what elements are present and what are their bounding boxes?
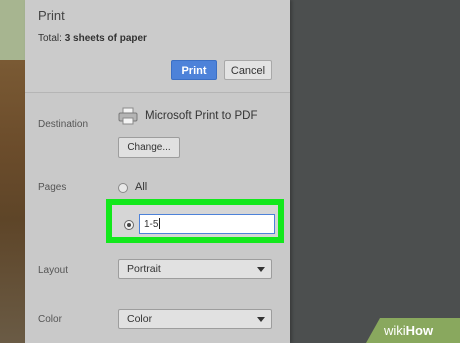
radio-selected-dot	[127, 223, 131, 227]
text-cursor	[159, 218, 161, 229]
pages-all-radio[interactable]	[118, 183, 128, 193]
printer-icon	[118, 107, 138, 125]
chevron-down-icon	[257, 317, 265, 322]
pages-range-row: 1-5	[112, 205, 278, 237]
pages-all-label: All	[135, 181, 148, 193]
layout-label: Layout	[38, 265, 69, 276]
pages-range-value: 1-5	[144, 219, 159, 230]
destination-printer-name: Microsoft Print to PDF	[145, 110, 258, 122]
watermark-how: How	[405, 323, 434, 338]
print-header: Print Total: 3 sheets of paper Print Can…	[25, 0, 290, 93]
background-preview-edge	[0, 0, 25, 343]
layout-select[interactable]: Portrait	[118, 259, 272, 279]
print-settings-panel: Print Total: 3 sheets of paper Print Can…	[25, 0, 290, 343]
print-button[interactable]: Print	[171, 60, 217, 80]
pages-range-radio[interactable]	[124, 220, 134, 230]
dialog-title: Print	[38, 8, 65, 23]
destination-label: Destination	[38, 119, 89, 130]
color-selected-value: Color	[127, 313, 153, 325]
change-destination-button[interactable]: Change...	[118, 137, 180, 158]
color-select[interactable]: Color	[118, 309, 272, 329]
wikihow-watermark: wikiHow	[366, 318, 460, 343]
total-sheets: Total: 3 sheets of paper	[38, 33, 147, 44]
color-label: Color	[38, 314, 62, 325]
layout-selected-value: Portrait	[127, 263, 161, 275]
total-value: 3 sheets of paper	[64, 33, 147, 44]
total-label: Total:	[38, 33, 65, 44]
chevron-down-icon	[257, 267, 265, 272]
watermark-wiki: wiki	[384, 323, 406, 338]
pages-label: Pages	[38, 182, 67, 193]
pages-range-highlight: 1-5	[106, 199, 284, 243]
pages-range-input[interactable]: 1-5	[139, 214, 275, 234]
cancel-button[interactable]: Cancel	[224, 60, 272, 80]
